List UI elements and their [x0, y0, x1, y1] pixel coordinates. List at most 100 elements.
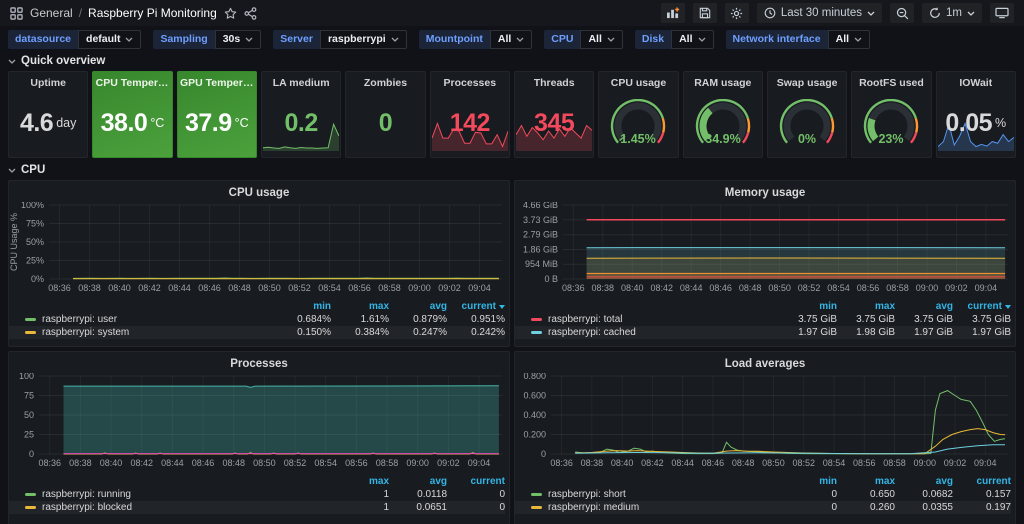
legend-value: 0.951%: [447, 314, 505, 325]
stat-unit: %: [995, 116, 1006, 130]
legend-series-name[interactable]: raspberrypi: cached: [531, 327, 779, 338]
svg-text:0: 0: [541, 449, 546, 459]
legend-series-name[interactable]: raspberrypi: blocked: [25, 502, 331, 513]
panel-title[interactable]: Load averages: [515, 352, 1015, 373]
variable-value-dropdown[interactable]: All: [828, 30, 870, 49]
stat-title[interactable]: Swap usage: [777, 77, 838, 89]
legend-series-name[interactable]: raspberrypi: system: [25, 327, 273, 338]
star-icon[interactable]: [224, 7, 237, 20]
chevron-down-icon: [391, 37, 399, 42]
svg-text:08:54: 08:54: [823, 458, 846, 468]
svg-text:3.73 GiB: 3.73 GiB: [523, 215, 558, 225]
zoom-out-time-button[interactable]: [890, 3, 914, 23]
variable-disk[interactable]: DiskAll: [635, 30, 714, 49]
legend-header-min[interactable]: min: [273, 301, 331, 312]
variable-value-dropdown[interactable]: default: [78, 30, 141, 49]
stat-title[interactable]: IOWait: [959, 77, 992, 89]
legend-header-max[interactable]: max: [331, 301, 389, 312]
variable-value-dropdown[interactable]: raspberrypi: [320, 30, 407, 49]
panel-title[interactable]: Memory usage: [515, 181, 1015, 202]
variable-value-dropdown[interactable]: 30s: [215, 30, 262, 49]
legend-value: 0.247%: [389, 327, 447, 338]
legend-header-max[interactable]: max: [837, 301, 895, 312]
variable-value-dropdown[interactable]: All: [671, 30, 713, 49]
svg-text:50: 50: [24, 410, 34, 420]
panel-title[interactable]: Processes: [9, 352, 509, 373]
svg-text:08:58: 08:58: [378, 283, 401, 293]
svg-text:23%: 23%: [879, 132, 904, 146]
svg-text:0: 0: [29, 449, 34, 459]
chevron-down-icon: [125, 37, 133, 42]
legend-header-avg[interactable]: avg: [895, 301, 953, 312]
variable-value-dropdown[interactable]: All: [490, 30, 532, 49]
legend-series-name[interactable]: raspberrypi: total: [531, 314, 779, 325]
section-header-quick-overview[interactable]: Quick overview: [0, 53, 1024, 69]
stat-title[interactable]: GPU Temperat...: [180, 77, 254, 89]
stat-value-wrap: 4.6day: [9, 89, 87, 157]
legend-header-max[interactable]: max: [331, 476, 389, 487]
stat-title[interactable]: Uptime: [30, 77, 66, 89]
stat-value-wrap: 142: [431, 89, 509, 157]
legend: minmaxavgcurrentraspberrypi: user0.684%1…: [9, 299, 509, 339]
sort-caret-icon: [1005, 305, 1011, 309]
svg-text:09:00: 09:00: [914, 458, 937, 468]
add-panel-button[interactable]: [661, 3, 685, 23]
stat-title[interactable]: CPU Temperat...: [96, 77, 170, 89]
gauge-wrap: 23%: [852, 89, 930, 157]
legend-header: minmaxavgcurrent: [515, 474, 1011, 488]
stat-title[interactable]: RAM usage: [694, 77, 751, 89]
variable-server[interactable]: Serverraspberrypi: [273, 30, 406, 49]
variable-sampling[interactable]: Sampling30s: [153, 30, 261, 49]
legend-header-min[interactable]: min: [779, 476, 837, 487]
stat-value: 142: [450, 109, 490, 138]
legend-series-name[interactable]: raspberrypi: user: [25, 314, 273, 325]
legend-header-max[interactable]: max: [837, 476, 895, 487]
stat-title[interactable]: Threads: [534, 77, 575, 89]
svg-text:08:44: 08:44: [671, 458, 694, 468]
variable-mountpoint[interactable]: MountpointAll: [419, 30, 533, 49]
legend-series-name[interactable]: raspberrypi: short: [531, 489, 779, 500]
gauge: 0%: [769, 99, 845, 147]
stat-title[interactable]: Zombies: [364, 77, 407, 89]
stat-panel-iowait: IOWait0.05%: [936, 71, 1016, 158]
legend-series-name[interactable]: raspberrypi: medium: [531, 502, 779, 513]
legend-header-current[interactable]: current: [953, 476, 1011, 487]
kiosk-tv-icon[interactable]: [990, 3, 1014, 23]
dashboards-grid-icon[interactable]: [10, 7, 23, 20]
legend-header-avg[interactable]: avg: [389, 476, 447, 487]
variable-network-interface[interactable]: Network interfaceAll: [726, 30, 871, 49]
stat-title[interactable]: Processes: [444, 77, 497, 89]
breadcrumb-title[interactable]: Raspberry Pi Monitoring: [88, 6, 217, 20]
variable-label: Server: [273, 30, 320, 49]
legend-header-min[interactable]: min: [779, 301, 837, 312]
svg-text:08:56: 08:56: [345, 458, 368, 468]
refresh-button[interactable]: 1m: [922, 3, 982, 23]
svg-text:08:52: 08:52: [798, 283, 821, 293]
variable-value-dropdown[interactable]: All: [580, 30, 622, 49]
legend-header-avg[interactable]: avg: [389, 301, 447, 312]
save-dashboard-button[interactable]: [693, 3, 717, 23]
stat-title[interactable]: LA medium: [273, 77, 330, 89]
share-icon[interactable]: [244, 7, 257, 20]
svg-text:08:38: 08:38: [69, 458, 92, 468]
time-range-picker[interactable]: Last 30 minutes: [757, 3, 882, 23]
stat-unit: °C: [235, 116, 249, 130]
section-header-cpu[interactable]: CPU: [0, 162, 1024, 178]
svg-text:34.9%: 34.9%: [705, 132, 740, 146]
legend-value: 0.650: [837, 489, 895, 500]
svg-text:08:44: 08:44: [161, 458, 184, 468]
legend-header-current[interactable]: current: [447, 476, 505, 487]
dashboard-settings-gear-icon[interactable]: [725, 3, 749, 23]
stat-title[interactable]: RootFS used: [859, 77, 924, 89]
legend-header-current[interactable]: current: [447, 301, 505, 312]
legend-series-name[interactable]: raspberrypi: running: [25, 489, 331, 500]
graph-row: Processes08:3608:3808:4008:4208:4408:460…: [8, 351, 1016, 524]
variable-cpu[interactable]: CPUAll: [544, 30, 623, 49]
panel-title[interactable]: CPU usage: [9, 181, 509, 202]
variable-datasource[interactable]: datasourcedefault: [8, 30, 141, 49]
legend-header-avg[interactable]: avg: [895, 476, 953, 487]
stat-title[interactable]: CPU usage: [611, 77, 666, 89]
svg-text:08:50: 08:50: [253, 458, 276, 468]
breadcrumb-section[interactable]: General: [30, 6, 73, 20]
legend-header-current[interactable]: current: [953, 301, 1011, 312]
